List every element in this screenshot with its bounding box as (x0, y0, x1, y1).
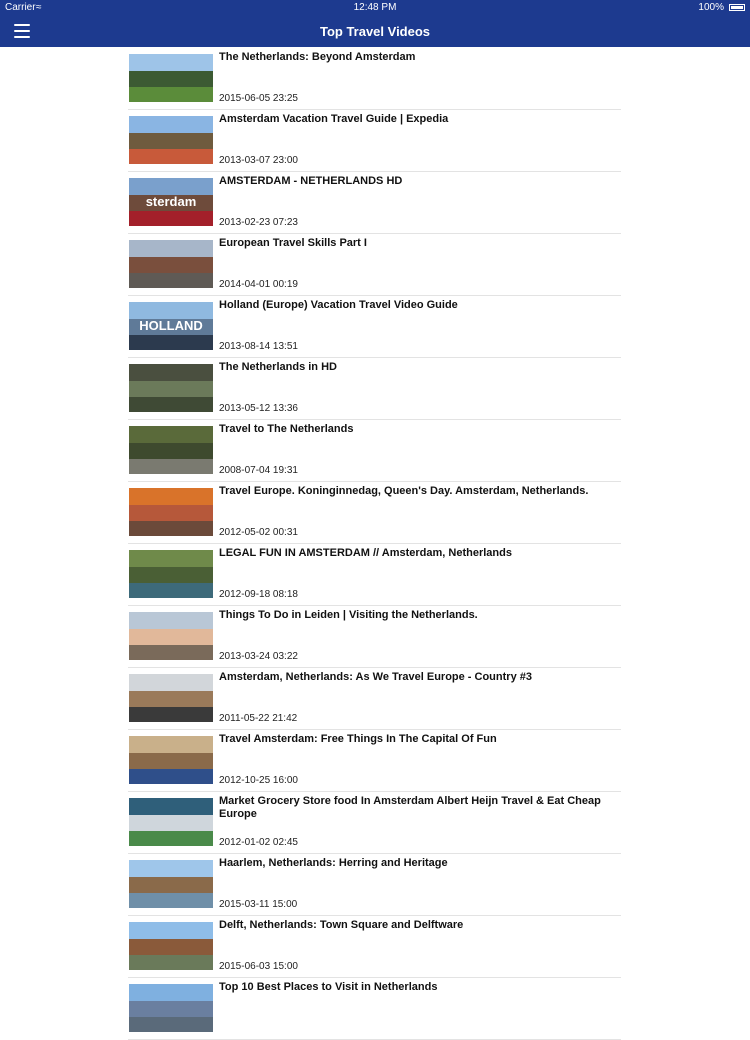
video-title[interactable]: Amsterdam Vacation Travel Guide | Expedi… (219, 113, 619, 126)
video-thumbnail[interactable] (129, 922, 213, 970)
status-time: 12:48 PM (353, 2, 397, 13)
video-date: 2012-01-02 02:45 (219, 837, 298, 848)
video-date: 2013-03-07 23:00 (219, 155, 298, 166)
video-thumbnail[interactable] (129, 612, 213, 660)
video-list: The Netherlands: Beyond Amsterdam 2015-06… (128, 48, 621, 1040)
video-thumbnail[interactable] (129, 240, 213, 288)
video-row[interactable]: Travel Europe. Koninginnedag, Queen's Da… (128, 482, 621, 544)
video-row[interactable]: Top 10 Best Places to Visit in Netherlan… (128, 978, 621, 1040)
nav-bar: Top Travel Videos (0, 16, 750, 47)
video-title[interactable]: Travel Europe. Koninginnedag, Queen's Da… (219, 485, 619, 498)
video-row[interactable]: European Travel Skills Part I 2014-04-01 … (128, 234, 621, 296)
video-title[interactable]: Delft, Netherlands: Town Square and Delf… (219, 919, 619, 932)
video-row[interactable]: HOLLAND Holland (Europe) Vacation Travel … (128, 296, 621, 358)
video-date: 2011-05-22 21:42 (219, 713, 298, 724)
video-title[interactable]: Top 10 Best Places to Visit in Netherlan… (219, 981, 619, 994)
video-thumbnail[interactable] (129, 54, 213, 102)
video-date: 2013-03-24 03:22 (219, 651, 298, 662)
video-title[interactable]: AMSTERDAM - NETHERLANDS HD (219, 175, 619, 188)
video-title[interactable]: The Netherlands: Beyond Amsterdam (219, 51, 619, 64)
video-row[interactable]: The Netherlands: Beyond Amsterdam 2015-06… (128, 48, 621, 110)
video-row[interactable]: Travel to The Netherlands 2008-07-04 19:3… (128, 420, 621, 482)
battery-percent: 100% (698, 2, 724, 13)
video-row[interactable]: LEGAL FUN IN AMSTERDAM // Amsterdam, Net… (128, 544, 621, 606)
video-title[interactable]: Travel to The Netherlands (219, 423, 619, 436)
video-row[interactable]: Amsterdam Vacation Travel Guide | Expedi… (128, 110, 621, 172)
video-thumbnail[interactable] (129, 984, 213, 1032)
video-title[interactable]: Market Grocery Store food In Amsterdam A… (219, 795, 619, 821)
video-thumbnail[interactable] (129, 550, 213, 598)
video-thumbnail[interactable] (129, 116, 213, 164)
video-title[interactable]: The Netherlands in HD (219, 361, 619, 374)
video-row[interactable]: Delft, Netherlands: Town Square and Delf… (128, 916, 621, 978)
video-date: 2015-03-11 15:00 (219, 899, 298, 910)
video-thumbnail[interactable]: HOLLAND (129, 302, 213, 350)
video-date: 2008-07-04 19:31 (219, 465, 298, 476)
video-thumbnail[interactable] (129, 364, 213, 412)
video-date: 2015-06-05 23:25 (219, 93, 298, 104)
video-date: 2012-10-25 16:00 (219, 775, 298, 786)
thumbnail-overlay-text: HOLLAND (139, 318, 203, 333)
video-date: 2013-05-12 13:36 (219, 403, 298, 414)
video-row[interactable]: Amsterdam, Netherlands: As We Travel Eur… (128, 668, 621, 730)
video-title[interactable]: Travel Amsterdam: Free Things In The Cap… (219, 733, 619, 746)
video-title[interactable]: Amsterdam, Netherlands: As We Travel Eur… (219, 671, 619, 684)
video-thumbnail[interactable] (129, 426, 213, 474)
status-bar: Carrier ≈ 12:48 PM 100% (0, 0, 750, 16)
video-thumbnail[interactable] (129, 488, 213, 536)
page-title: Top Travel Videos (319, 24, 431, 39)
video-row[interactable]: sterdam AMSTERDAM - NETHERLANDS HD 2013-02… (128, 172, 621, 234)
video-thumbnail[interactable] (129, 736, 213, 784)
video-title[interactable]: Haarlem, Netherlands: Herring and Herita… (219, 857, 619, 870)
video-row[interactable]: Travel Amsterdam: Free Things In The Cap… (128, 730, 621, 792)
video-row[interactable]: Market Grocery Store food In Amsterdam A… (128, 792, 621, 854)
video-date: 2013-08-14 13:51 (219, 341, 298, 352)
video-date: 2014-04-01 00:19 (219, 279, 298, 290)
video-row[interactable]: Things To Do in Leiden | Visiting the Ne… (128, 606, 621, 668)
video-date: 2013-02-23 07:23 (219, 217, 298, 228)
video-thumbnail[interactable] (129, 860, 213, 908)
video-row[interactable]: The Netherlands in HD 2013-05-12 13:36 (128, 358, 621, 420)
video-thumbnail[interactable] (129, 674, 213, 722)
video-title[interactable]: European Travel Skills Part I (219, 237, 619, 250)
video-title[interactable]: LEGAL FUN IN AMSTERDAM // Amsterdam, Net… (219, 547, 619, 560)
video-date: 2012-05-02 00:31 (219, 527, 298, 538)
battery-icon (729, 4, 745, 11)
video-thumbnail[interactable] (129, 798, 213, 846)
video-row[interactable]: Haarlem, Netherlands: Herring and Herita… (128, 854, 621, 916)
video-date: 2012-09-18 08:18 (219, 589, 298, 600)
video-thumbnail[interactable]: sterdam (129, 178, 213, 226)
video-title[interactable]: Holland (Europe) Vacation Travel Video G… (219, 299, 619, 312)
video-date: 2015-06-03 15:00 (219, 961, 298, 972)
thumbnail-overlay-text: sterdam (145, 194, 197, 209)
video-title[interactable]: Things To Do in Leiden | Visiting the Ne… (219, 609, 619, 622)
